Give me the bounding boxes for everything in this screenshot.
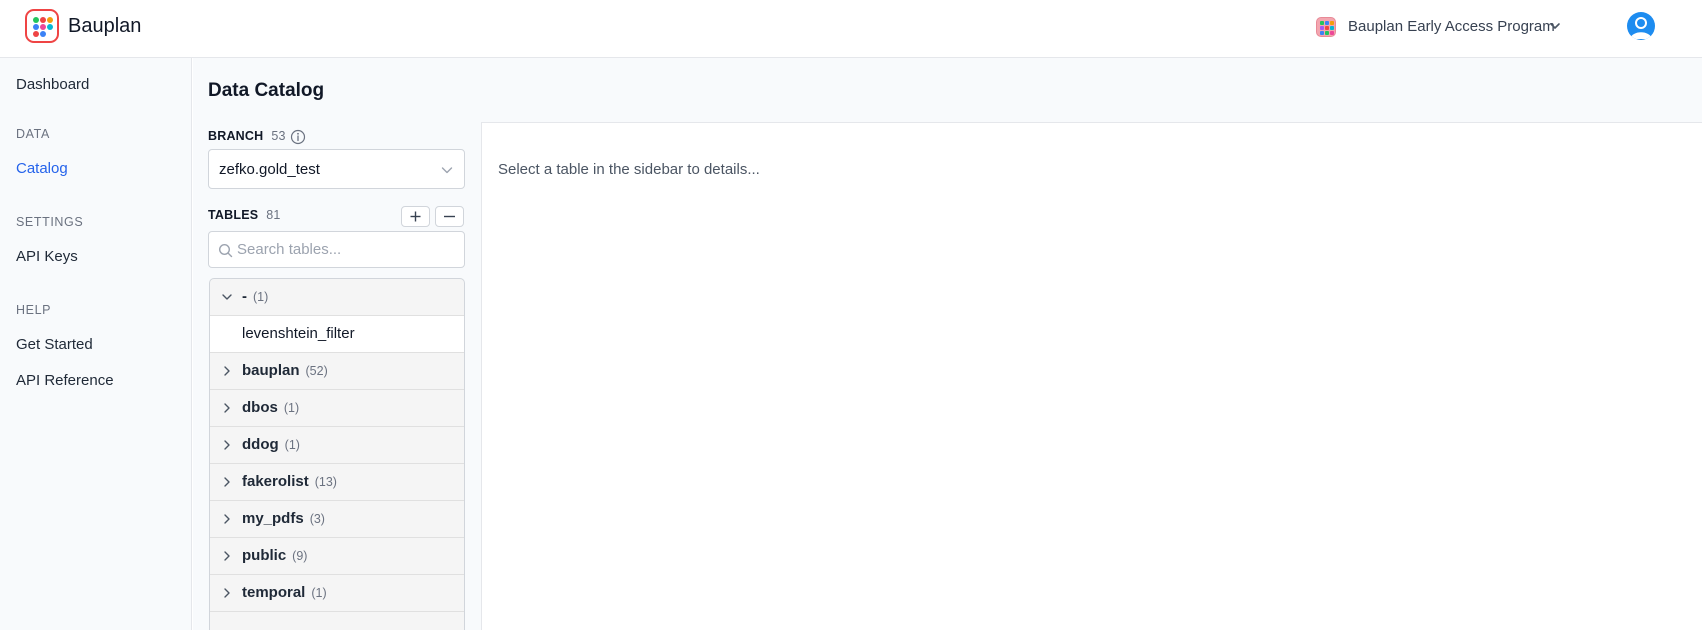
tree-namespace-fakerolist[interactable]: fakerolist (13) [210, 464, 464, 501]
collapse-all-button[interactable] [435, 206, 464, 227]
namespace-label: ddog [242, 436, 279, 453]
tree-namespace-dash[interactable]: - (1) [210, 279, 464, 316]
empty-state-message: Select a table in the sidebar to details… [498, 161, 760, 178]
org-icon-cell [1320, 31, 1324, 35]
org-switcher[interactable]: Bauplan Early Access Program [1348, 18, 1555, 35]
app-name[interactable]: Bauplan [68, 15, 141, 38]
tree-namespace-name: dbos (1) [242, 399, 299, 416]
namespace-label: bauplan [242, 362, 300, 379]
tables-label-text: TABLES [208, 208, 259, 222]
org-icon-cell [1325, 26, 1329, 30]
branch-label: BRANCH 53 [208, 129, 286, 143]
org-icon-cell [1320, 21, 1324, 25]
sidebar-section-data: DATA [16, 127, 50, 141]
tree-namespace-bauplan[interactable]: bauplan (52) [210, 353, 464, 390]
bauplan-logo-icon[interactable] [25, 9, 59, 43]
org-icon-cell [1330, 21, 1334, 25]
sidebar-item-api-reference[interactable]: API Reference [16, 372, 114, 389]
info-icon[interactable] [290, 129, 306, 145]
minus-icon [444, 215, 455, 218]
chevron-down-icon [441, 167, 453, 174]
logo-dot [33, 24, 39, 30]
org-icon-cell [1320, 26, 1324, 30]
namespace-label: - [242, 288, 247, 305]
branch-select-value: zefko.gold_test [219, 161, 320, 178]
logo-dot [40, 24, 46, 30]
branch-select[interactable]: zefko.gold_test [208, 149, 465, 189]
plus-icon [410, 211, 421, 222]
logo-dot [47, 17, 53, 23]
org-icon-cell [1330, 26, 1334, 30]
tables-tree: - (1) levenshtein_filter bauplan (52) dbos… [209, 278, 465, 630]
sidebar-item-dashboard[interactable]: Dashboard [16, 76, 89, 93]
logo-dot [47, 24, 53, 30]
tables-label: TABLES 81 [208, 208, 281, 222]
tree-namespace-name: my_pdfs (3) [242, 510, 325, 527]
namespace-count: (1) [283, 401, 300, 415]
tables-count: 81 [266, 208, 281, 222]
sidebar-item-catalog[interactable]: Catalog [16, 160, 68, 177]
tree-namespace-temporal[interactable]: temporal (1) [210, 575, 464, 612]
chevron-down-icon[interactable] [1548, 19, 1562, 33]
org-icon-cell [1325, 31, 1329, 35]
top-header: Bauplan Bauplan Early Access Program [0, 0, 1702, 58]
search-icon [218, 243, 233, 258]
namespace-label: my_pdfs [242, 510, 304, 527]
search-tables[interactable] [208, 231, 465, 268]
chevron-right-icon [224, 514, 230, 524]
chevron-right-icon [224, 366, 230, 376]
namespace-label: dbos [242, 399, 278, 416]
namespace-count: (9) [292, 549, 308, 563]
tree-table-levenshtein-filter[interactable]: levenshtein_filter [210, 316, 464, 353]
namespace-count: (1) [253, 290, 269, 304]
namespace-label: public [242, 547, 287, 564]
branch-label-text: BRANCH [208, 129, 264, 143]
chevron-right-icon [224, 477, 230, 487]
table-name: levenshtein_filter [242, 325, 355, 342]
namespace-count: (52) [305, 364, 328, 378]
tree-namespace-name: public (9) [242, 547, 307, 564]
sidebar-item-get-started[interactable]: Get Started [16, 336, 93, 353]
logo-dot [40, 31, 46, 37]
namespace-count: (13) [314, 475, 337, 489]
org-grid-icon[interactable] [1316, 17, 1336, 37]
sidebar-item-api-keys[interactable]: API Keys [16, 248, 78, 265]
tree-namespace-name: bauplan (52) [242, 362, 328, 379]
branch-count: 53 [271, 129, 286, 143]
namespace-count: (1) [284, 438, 300, 452]
org-icon-cell [1330, 31, 1334, 35]
tree-namespace-name: - (1) [242, 288, 268, 305]
search-input[interactable] [237, 232, 457, 267]
chevron-down-icon [222, 294, 232, 300]
user-avatar-icon[interactable] [1627, 12, 1655, 40]
chevron-right-icon [224, 551, 230, 561]
page-title: Data Catalog [208, 80, 325, 101]
tree-namespace-my-pdfs[interactable]: my_pdfs (3) [210, 501, 464, 538]
tree-namespace-name: ddog (1) [242, 436, 300, 453]
tree-namespace-name: temporal (1) [242, 584, 327, 601]
tree-namespace-name: fakerolist (13) [242, 473, 337, 490]
sidebar-section-help: HELP [16, 303, 52, 317]
logo-dot [33, 17, 39, 23]
namespace-label: fakerolist [242, 473, 309, 490]
logo-dot [40, 17, 46, 23]
namespace-count: (3) [309, 512, 325, 526]
chevron-right-icon [224, 403, 230, 413]
logo-dot [33, 31, 39, 37]
namespace-count: (1) [311, 586, 327, 600]
org-icon-cell [1325, 21, 1329, 25]
tree-namespace-dbos[interactable]: dbos (1) [210, 390, 464, 427]
expand-all-button[interactable] [401, 206, 430, 227]
chevron-right-icon [224, 588, 230, 598]
sidebar-section-settings: SETTINGS [16, 215, 84, 229]
tree-namespace-public[interactable]: public (9) [210, 538, 464, 575]
namespace-label: temporal [242, 584, 306, 601]
chevron-right-icon [224, 440, 230, 450]
tree-namespace-ddog[interactable]: ddog (1) [210, 427, 464, 464]
table-details-panel: Select a table in the sidebar to details… [481, 122, 1702, 630]
